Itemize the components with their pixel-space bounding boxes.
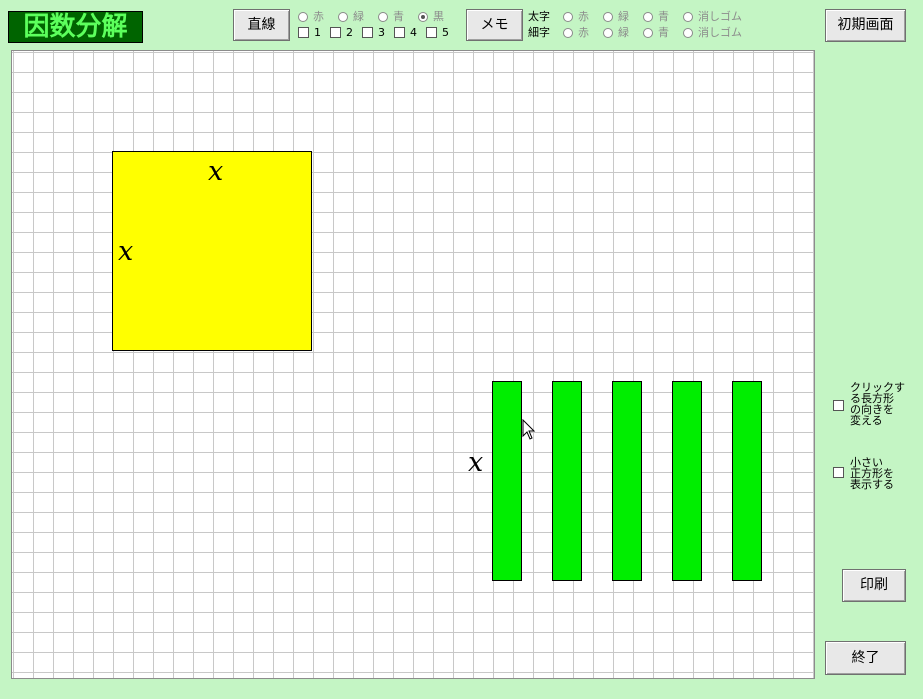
thin-blue-label: 青 [658, 26, 669, 39]
line-color-blue-label: 青 [393, 10, 404, 23]
exit-button[interactable]: 終了 [825, 641, 906, 675]
line-button[interactable]: 直線 [233, 9, 290, 41]
thick-eraser-radio[interactable] [683, 12, 693, 22]
thin-label: 細字 [528, 26, 550, 39]
line-check-1[interactable] [298, 27, 309, 38]
thick-blue-radio[interactable] [643, 12, 653, 22]
thin-red-label: 赤 [578, 26, 589, 39]
x-tile-1[interactable] [492, 381, 522, 581]
thick-red-radio[interactable] [563, 12, 573, 22]
x-tile-4[interactable] [672, 381, 702, 581]
thin-eraser-radio[interactable] [683, 28, 693, 38]
x-tile-5[interactable] [732, 381, 762, 581]
square-top-label: x [208, 156, 224, 187]
app-title: 因数分解 [8, 11, 143, 43]
x-tile-3[interactable] [612, 381, 642, 581]
rotate-rect-label-line: 変える [850, 414, 883, 427]
thick-eraser-label: 消しゴム [698, 10, 742, 23]
memo-button[interactable]: メモ [466, 9, 523, 41]
line-color-blue-radio[interactable] [378, 12, 388, 22]
small-square-checkbox[interactable] [833, 467, 844, 478]
thin-blue-radio[interactable] [643, 28, 653, 38]
thick-red-label: 赤 [578, 10, 589, 23]
thin-green-label: 緑 [618, 26, 629, 39]
line-check-2[interactable] [330, 27, 341, 38]
rotate-rect-label: クリックす る長方形 の向きを 変える [850, 382, 910, 426]
mouse-cursor-icon [522, 419, 536, 440]
line-color-black-label: 黒 [433, 10, 444, 23]
line-check-5-label: 5 [442, 26, 449, 39]
thick-green-label: 緑 [618, 10, 629, 23]
line-check-3-label: 3 [378, 26, 385, 39]
line-color-red-label: 赤 [313, 10, 324, 23]
line-check-2-label: 2 [346, 26, 353, 39]
line-color-red-radio[interactable] [298, 12, 308, 22]
print-button[interactable]: 印刷 [842, 569, 906, 602]
line-color-green-label: 緑 [353, 10, 364, 23]
thick-label: 太字 [528, 10, 550, 23]
bars-label: x [468, 447, 484, 478]
small-square-label-line: 表示する [850, 478, 894, 491]
thick-blue-label: 青 [658, 10, 669, 23]
line-check-5[interactable] [426, 27, 437, 38]
reset-button[interactable]: 初期画面 [825, 9, 906, 42]
thick-green-radio[interactable] [603, 12, 613, 22]
thin-eraser-label: 消しゴム [698, 26, 742, 39]
thin-green-radio[interactable] [603, 28, 613, 38]
line-color-black-radio[interactable] [418, 12, 428, 22]
rotate-rect-checkbox[interactable] [833, 400, 844, 411]
line-check-3[interactable] [362, 27, 373, 38]
small-square-label: 小さい 正方形を 表示する [850, 457, 910, 490]
drawing-canvas[interactable]: x x x [11, 50, 815, 679]
thin-red-radio[interactable] [563, 28, 573, 38]
line-check-4[interactable] [394, 27, 405, 38]
x-tile-2[interactable] [552, 381, 582, 581]
line-color-green-radio[interactable] [338, 12, 348, 22]
square-left-label: x [118, 236, 134, 267]
line-check-1-label: 1 [314, 26, 321, 39]
line-check-4-label: 4 [410, 26, 417, 39]
